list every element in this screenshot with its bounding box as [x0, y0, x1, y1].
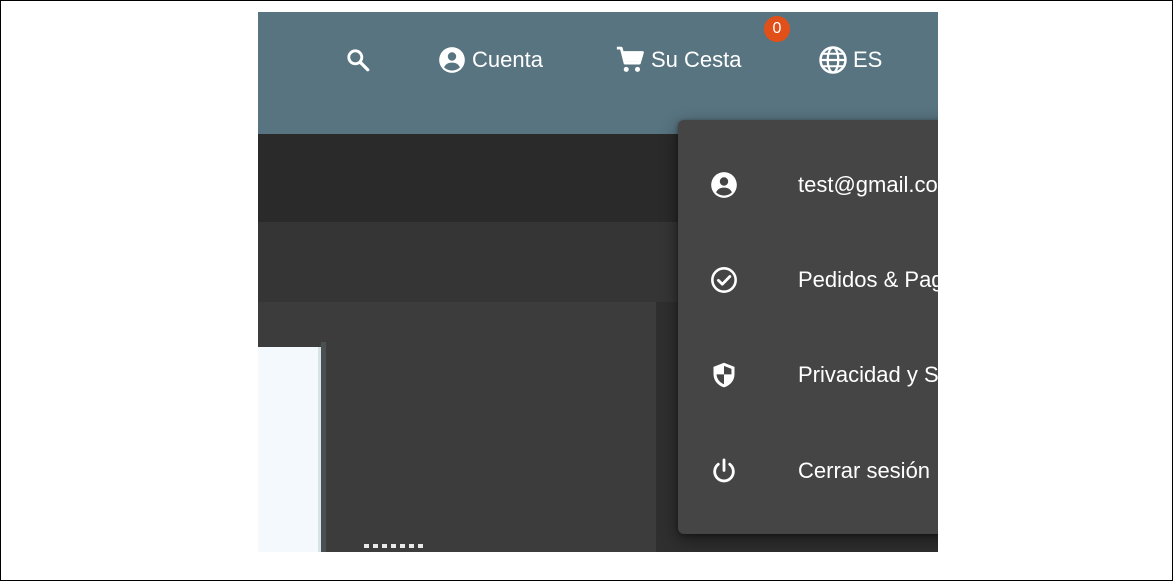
globe-icon	[819, 46, 847, 74]
search-button[interactable]	[345, 40, 371, 80]
menu-item-privacy-security[interactable]: Privacidad y Seguridad	[678, 345, 938, 405]
menu-item-label: Pedidos & Pagos	[798, 267, 938, 292]
shield-icon	[713, 362, 735, 388]
power-icon	[713, 458, 735, 483]
app-viewport: Cuenta Su Cesta 0 ES test@gmail.co Pedid…	[258, 12, 938, 552]
cart-button[interactable]: Su Cesta	[615, 40, 742, 80]
menu-item-label: Privacidad y Seguridad	[798, 362, 938, 387]
account-label: Cuenta	[472, 47, 543, 72]
menu-item-account-email[interactable]: test@gmail.com	[678, 155, 938, 215]
menu-item-label: test@gmail.com	[798, 172, 938, 197]
account-circle-icon	[711, 172, 737, 198]
menu-item-orders-payments[interactable]: Pedidos & Pagos	[678, 250, 938, 310]
menu-item-logout[interactable]: Cerrar sesión	[678, 441, 938, 501]
shopping-cart-icon	[616, 46, 644, 72]
account-button[interactable]: Cuenta	[438, 40, 543, 80]
partial-text	[364, 538, 444, 552]
account-dropdown-menu: test@gmail.com Pedidos & Pagos Privacida…	[678, 120, 938, 534]
top-navigation-bar: Cuenta Su Cesta 0 ES	[258, 12, 938, 134]
menu-item-label: Cerrar sesión	[798, 458, 931, 483]
check-circle-icon	[711, 267, 737, 293]
language-label: ES	[853, 47, 883, 72]
cart-label: Su Cesta	[651, 47, 742, 72]
panel-edge	[321, 342, 326, 552]
language-selector[interactable]: ES	[818, 40, 882, 80]
search-icon	[347, 49, 370, 72]
light-content-panel	[258, 347, 321, 552]
account-circle-icon	[439, 47, 465, 73]
cart-count-badge: 0	[764, 16, 790, 42]
